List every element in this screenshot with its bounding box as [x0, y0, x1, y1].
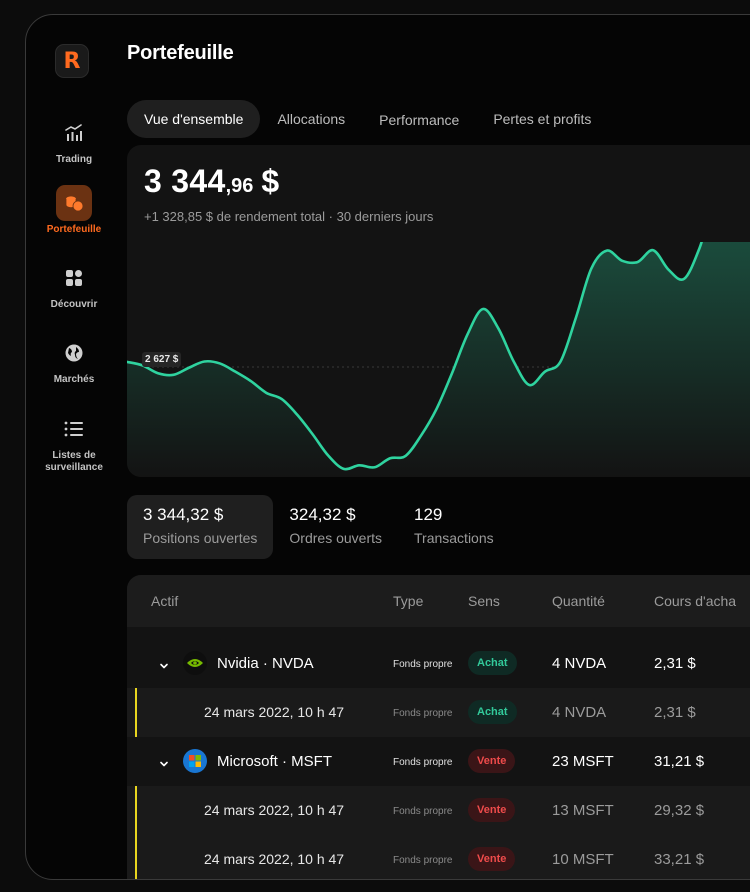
stat-label: Transactions: [414, 530, 494, 546]
row-indicator-bar: [135, 835, 137, 879]
portfolio-value-main: 3 344: [144, 163, 226, 199]
side-badge: Vente: [468, 749, 516, 773]
transaction-date: 24 mars 2022, 10 h 47: [204, 704, 345, 720]
reference-value-label: 2 627 $: [142, 352, 182, 367]
sidebar-item-label: Trading: [55, 154, 93, 165]
chevron-down-icon[interactable]: [159, 658, 169, 676]
quantity: 4 NVDA: [552, 704, 607, 721]
quantity: 10 MSFT: [552, 851, 614, 868]
quantity: 13 MSFT: [552, 802, 614, 819]
globe-icon: [56, 335, 92, 371]
quantity: 23 MSFT: [552, 753, 614, 770]
quantity: 4 NVDA: [552, 655, 607, 672]
purchase-price: 2,31 $: [654, 704, 696, 721]
app-window: R Trading Portefeuille Découvrir Marchés…: [25, 14, 750, 880]
chart-area: [127, 242, 750, 477]
table-row[interactable]: 24 mars 2022, 10 h 47 Fonds propre Vente…: [127, 786, 750, 835]
column-header-quantity[interactable]: Quantité: [552, 593, 605, 609]
sidebar-item-label-line2: surveillance: [45, 462, 103, 473]
microsoft-icon: [183, 749, 207, 773]
logo-letter: R: [63, 48, 81, 74]
sidebar-item-label: Portefeuille: [46, 224, 102, 235]
stat-label: Ordres ouverts: [289, 530, 382, 546]
sidebar-item-portfolio[interactable]: Portefeuille: [26, 185, 122, 236]
row-indicator-bar: [135, 786, 137, 835]
position-type: Fonds propre: [393, 855, 453, 866]
transaction-date: 24 mars 2022, 10 h 47: [204, 851, 345, 867]
table-row[interactable]: 24 mars 2022, 10 h 47 Fonds propre Vente…: [127, 835, 750, 879]
purchase-price: 33,21 $: [654, 851, 705, 868]
table-header: Actif Type Sens Quantité Cours d'acha: [127, 575, 750, 627]
tab-profit-loss[interactable]: Pertes et profits: [476, 100, 608, 138]
column-header-asset[interactable]: Actif: [151, 593, 178, 609]
chevron-down-icon[interactable]: [159, 756, 169, 774]
sidebar-item-markets[interactable]: Marchés: [26, 335, 122, 386]
sidebar-item-trading[interactable]: Trading: [26, 115, 122, 166]
position-type: Fonds propre: [393, 757, 453, 768]
portfolio-return-subtitle: +1 328,85 $ de rendement total · 30 dern…: [144, 209, 434, 224]
side-badge: Achat: [468, 700, 517, 724]
side-badge: Achat: [468, 651, 517, 675]
sidebar-item-watchlists[interactable]: Listes de surveillance: [26, 411, 122, 474]
chart-bars-icon: [56, 115, 92, 151]
sidebar-item-discover[interactable]: Découvrir: [26, 260, 122, 311]
side-badge: Vente: [468, 847, 516, 871]
portfolio-value-decimals: ,96: [225, 175, 254, 197]
stat-label: Positions ouvertes: [143, 530, 258, 546]
purchase-price: 29,32 $: [654, 802, 705, 819]
stat-value: 324,32 $: [289, 505, 356, 524]
stat-transactions[interactable]: 129 Transactions: [398, 495, 510, 559]
column-header-purchase-price[interactable]: Cours d'acha: [654, 593, 736, 609]
portfolio-value: 3 344 ,96 $: [144, 163, 279, 200]
sidebar: R Trading Portefeuille Découvrir Marchés…: [26, 15, 122, 879]
list-icon: [56, 411, 92, 447]
portfolio-chart-card: 3 344 ,96 $ +1 328,85 $ de rendement tot…: [127, 145, 750, 477]
transaction-date: 24 mars 2022, 10 h 47: [204, 802, 345, 818]
sidebar-item-label: Marchés: [53, 374, 95, 385]
column-header-side[interactable]: Sens: [468, 593, 500, 609]
row-indicator-bar: [135, 688, 137, 737]
table-row[interactable]: Microsoft · MSFT Fonds propre Vente 23 M…: [127, 737, 750, 786]
stat-value: 129: [414, 505, 443, 524]
tab-allocations[interactable]: Allocations: [260, 100, 362, 138]
table-row[interactable]: Nvidia · NVDA Fonds propre Achat 4 NVDA …: [127, 639, 750, 688]
nvidia-icon: [183, 651, 207, 675]
position-type: Fonds propre: [393, 708, 453, 719]
stats-row: 3 344,32 $ Positions ouvertes 324,32 $ O…: [127, 495, 510, 559]
asset-name: Microsoft · MSFT: [217, 753, 332, 770]
purchase-price: 2,31 $: [654, 655, 696, 672]
portfolio-value-currency: $: [261, 163, 280, 199]
column-header-type[interactable]: Type: [393, 593, 423, 609]
coins-icon: [56, 185, 92, 221]
app-logo[interactable]: R: [55, 44, 89, 78]
purchase-price: 31,21 $: [654, 753, 705, 770]
grid-icon: [56, 260, 92, 296]
tab-performance[interactable]: Performance: [362, 100, 476, 138]
asset-name: Nvidia · NVDA: [217, 655, 314, 672]
stat-open-orders[interactable]: 324,32 $ Ordres ouverts: [273, 495, 398, 559]
table-row[interactable]: 24 mars 2022, 10 h 47 Fonds propre Achat…: [127, 688, 750, 737]
stat-open-positions[interactable]: 3 344,32 $ Positions ouvertes: [127, 495, 274, 559]
sidebar-item-label-line1: Listes de: [52, 450, 96, 461]
position-type: Fonds propre: [393, 806, 453, 817]
portfolio-line-chart[interactable]: [127, 242, 750, 477]
page-title: Portefeuille: [127, 42, 234, 64]
side-badge: Vente: [468, 798, 516, 822]
stat-value: 3 344,32 $: [143, 505, 224, 524]
position-type: Fonds propre: [393, 659, 453, 670]
sidebar-item-label: Découvrir: [50, 299, 98, 310]
tab-bar: Vue d'ensemble Allocations Performance P…: [127, 100, 608, 138]
tab-overview[interactable]: Vue d'ensemble: [127, 100, 261, 138]
positions-table: Actif Type Sens Quantité Cours d'acha Nv…: [127, 575, 750, 879]
